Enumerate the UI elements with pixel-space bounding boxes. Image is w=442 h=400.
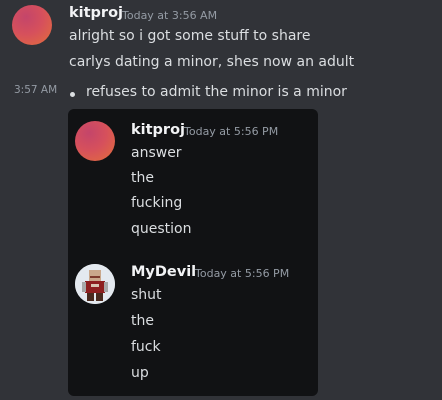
embed-message-line: answer (131, 145, 182, 161)
message-line: carlys dating a minor, shes now an adult (69, 54, 355, 70)
embed-username[interactable]: MyDevil (131, 264, 196, 280)
message-timestamp: 3:57 AM (14, 84, 58, 96)
embed-message-line: up (131, 365, 149, 381)
embed-message-line: fuck (131, 339, 161, 355)
message-timestamp: Today at 3:56 AM (122, 9, 218, 22)
embed-message-line: question (131, 221, 192, 237)
bullet-text: refuses to admit the minor is a minor (86, 84, 347, 100)
embed-username[interactable]: kitproj (131, 122, 185, 138)
embed-message-line: fucking (131, 195, 183, 211)
embed-timestamp: Today at 5:56 PM (184, 125, 279, 138)
bullet-icon (70, 92, 75, 97)
embed-message-line: shut (131, 287, 162, 303)
forwarded-messages-embed: kitproj Today at 5:56 PM answer the fuck… (68, 109, 318, 396)
avatar[interactable] (12, 5, 52, 45)
embed-message-line: the (131, 313, 154, 329)
message-username[interactable]: kitproj (69, 5, 123, 21)
embed-timestamp: Today at 5:56 PM (195, 267, 290, 280)
roblox-character-avatar-icon[interactable] (75, 264, 115, 304)
message-line: alright so i got some stuff to share (69, 28, 311, 44)
embed-message-line: the (131, 170, 154, 186)
gradient-avatar-icon[interactable] (75, 121, 115, 161)
